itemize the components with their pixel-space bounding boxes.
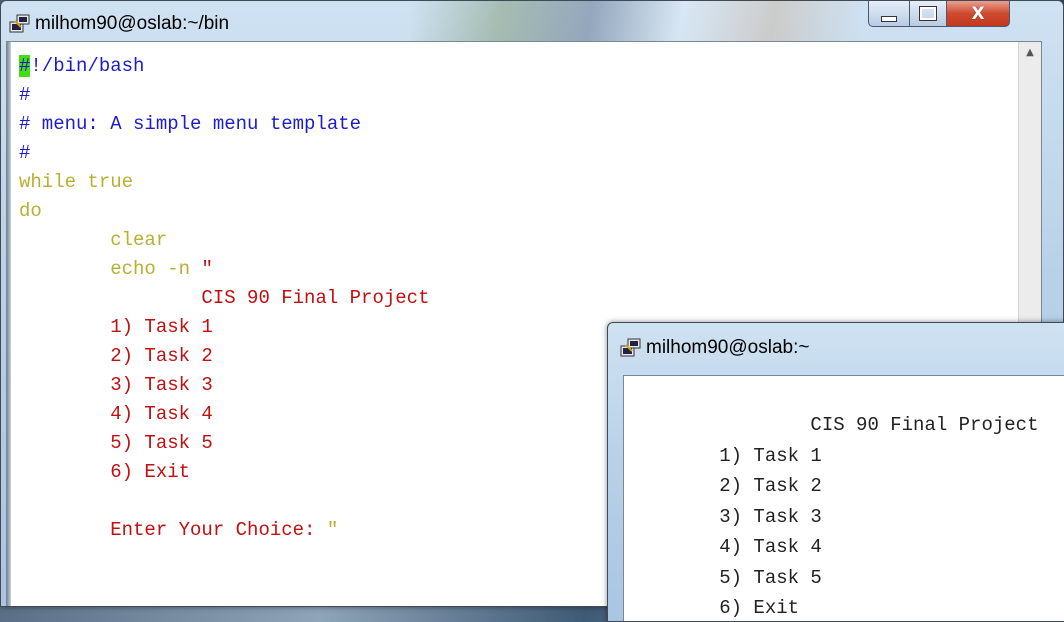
output-line: 1) Task 1 (628, 444, 822, 467)
code-token: 5) Task 5 (19, 432, 213, 454)
script-line: 3) Task 3 (19, 371, 429, 400)
code-token: 3) Task 3 (19, 374, 213, 396)
script-line: 1) Task 1 (19, 313, 429, 342)
window-title: milhom90@oslab:~/bin (35, 13, 230, 34)
code-token: Enter Your Choice: (19, 519, 327, 541)
maximize-icon (919, 6, 937, 21)
output-line: 6) Exit (628, 597, 800, 619)
script-line: clear (19, 226, 429, 255)
close-icon: X (971, 3, 985, 24)
output-line: 2) Task 2 (628, 475, 822, 497)
output-line: 5) Task 5 (628, 566, 822, 589)
script-line: CIS 90 Final Project (19, 284, 429, 313)
output-line: 3) Task 3 (628, 505, 822, 528)
script-line: do (19, 197, 429, 226)
script-line: # (19, 81, 429, 110)
code-token: " (201, 258, 213, 280)
maximize-button[interactable] (909, 1, 947, 27)
editor-content[interactable]: #!/bin/bash # # menu: A simple menu templa… (19, 52, 429, 545)
minimize-icon (881, 15, 897, 22)
code-token: " (326, 519, 339, 541)
script-line: 5) Task 5 (19, 429, 429, 458)
code-token: # menu: A simple menu template (19, 113, 362, 135)
close-button[interactable]: X (946, 1, 1010, 27)
script-line: while true (19, 168, 429, 197)
menu-output: CIS 90 Final Project 1) Task 1 2) Task 2… (628, 410, 1039, 621)
putty-icon (9, 14, 30, 33)
code-token: 2) Task 2 (19, 345, 213, 367)
code-token: 6) Exit (19, 461, 191, 483)
output-line: 4) Task 4 (628, 536, 822, 558)
script-line: echo -n " (19, 255, 429, 284)
terminal-left-edge (7, 42, 11, 606)
code-token: # (19, 142, 31, 164)
title-bar-backdrop (411, 1, 861, 41)
code-token: !/bin/bash (30, 55, 145, 77)
script-line: 4) Task 4 (19, 400, 429, 429)
script-line: # (19, 139, 429, 168)
scroll-up-arrow-icon[interactable]: ▲ (1019, 42, 1041, 62)
title-bar[interactable]: milhom90@oslab:~/bin X (1, 1, 1063, 41)
text-cursor: # (19, 55, 31, 77)
putty-icon (620, 338, 641, 357)
code-token: 4) Task 4 (19, 403, 213, 425)
script-line: #!/bin/bash (19, 52, 429, 81)
code-token: # (19, 84, 31, 106)
output-line: CIS 90 Final Project (628, 414, 1039, 436)
code-token: clear (19, 229, 168, 251)
title-bar[interactable]: milhom90@oslab:~ (608, 323, 1064, 367)
terminal-output-area[interactable]: CIS 90 Final Project 1) Task 1 2) Task 2… (623, 375, 1064, 621)
code-token: echo -n (19, 258, 202, 280)
script-line: Enter Your Choice: " (19, 516, 429, 545)
code-token: CIS 90 Final Project (19, 287, 430, 309)
terminal-window-home[interactable]: milhom90@oslab:~ CIS 90 Final Project 1)… (607, 322, 1064, 622)
code-token: while true (19, 171, 134, 193)
minimize-button[interactable] (868, 1, 910, 27)
window-title: milhom90@oslab:~ (646, 337, 810, 358)
code-token: do (19, 200, 42, 222)
script-line: 2) Task 2 (19, 342, 429, 371)
script-line: 6) Exit (19, 458, 429, 487)
script-line: # menu: A simple menu template (19, 110, 429, 139)
code-token: 1) Task 1 (19, 316, 213, 338)
script-line (19, 487, 429, 516)
